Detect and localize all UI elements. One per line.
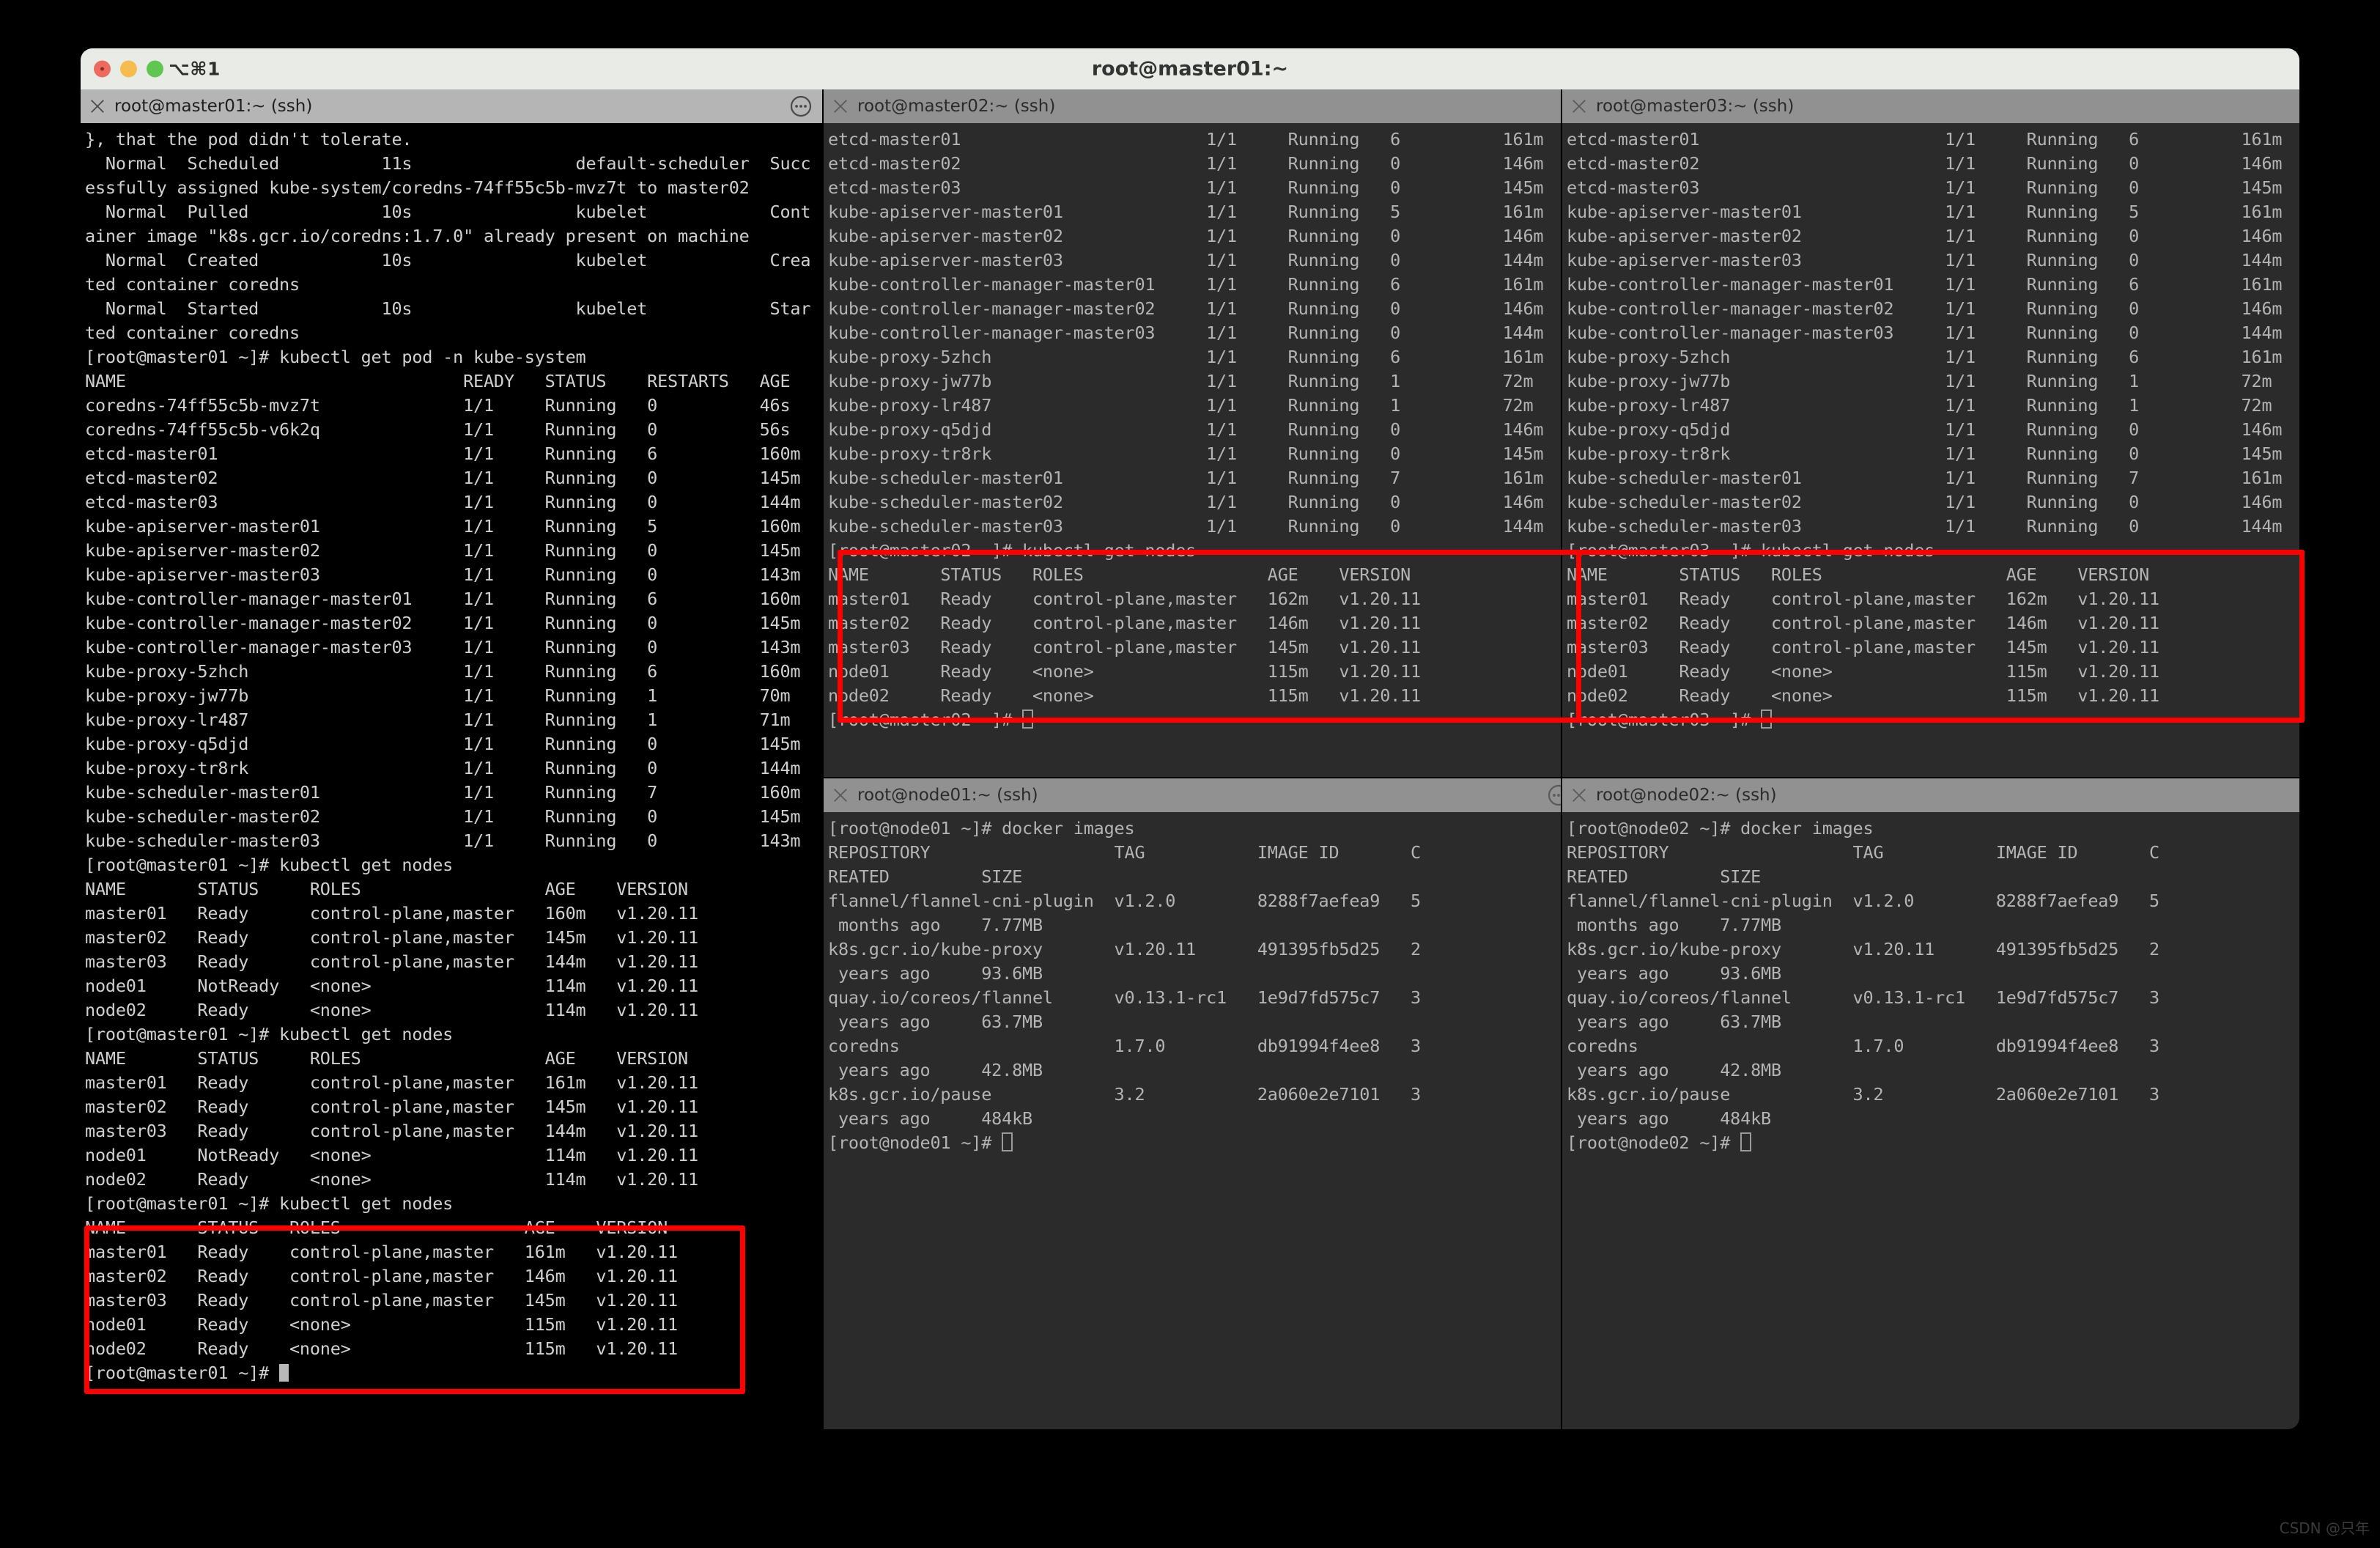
tab-title-node01: root@node01:~ (ssh) [857, 786, 1038, 805]
csdn-watermark: CSDN @只年 [2279, 1519, 2370, 1537]
more-options-icon[interactable] [1546, 783, 1561, 808]
tab-title-node02: root@node02:~ (ssh) [1596, 786, 1777, 805]
terminal-window: ⌥⌘1 root@master01:~ root@master01:~ (ssh… [81, 48, 2299, 1429]
terminal-text-node01: [root@node01 ~]# docker images REPOSITOR… [828, 818, 1421, 1153]
terminal-output-master01[interactable]: }, that the pod didn't tolerate. Normal … [81, 123, 822, 1429]
close-icon[interactable] [1562, 89, 1596, 123]
terminal-text-master02: etcd-master01 1/1 Running 6 161m etcd-ma… [828, 129, 1544, 730]
terminal-text-master01: }, that the pod didn't tolerate. Normal … [85, 129, 811, 1383]
window-title: root@master01:~ [1091, 57, 1289, 81]
close-icon[interactable] [1562, 778, 1596, 812]
pane-master01[interactable]: root@master01:~ (ssh) }, that the pod di… [81, 89, 822, 1429]
terminal-output-master02[interactable]: etcd-master01 1/1 Running 6 161m etcd-ma… [824, 123, 1561, 777]
terminal-text-node02: [root@node02 ~]# docker images REPOSITOR… [1567, 818, 2159, 1153]
more-options-icon[interactable] [788, 94, 813, 119]
terminal-output-node02[interactable]: [root@node02 ~]# docker images REPOSITOR… [1562, 812, 2299, 1429]
window-title-bar: ⌥⌘1 root@master01:~ [81, 48, 2299, 90]
pane-master03[interactable]: root@master03:~ (ssh) etcd-master01 1/1 … [1562, 89, 2299, 777]
close-icon[interactable] [824, 89, 857, 123]
close-icon[interactable] [824, 778, 857, 812]
tab-title-master02: root@master02:~ (ssh) [857, 97, 1056, 116]
terminal-text-master03: etcd-master01 1/1 Running 6 161m etcd-ma… [1567, 129, 2283, 730]
tabbar-master03[interactable]: root@master03:~ (ssh) [1562, 89, 2299, 124]
text-cursor [1022, 710, 1034, 729]
text-cursor [1002, 1132, 1013, 1151]
terminal-output-master03[interactable]: etcd-master01 1/1 Running 6 161m etcd-ma… [1562, 123, 2299, 777]
pane-node01[interactable]: root@node01:~ (ssh) [root@node01 ~]# doc… [824, 778, 1561, 1429]
split-pane-container: root@master01:~ (ssh) }, that the pod di… [81, 89, 2299, 1429]
pane-node02[interactable]: root@node02:~ (ssh) [root@node02 ~]# doc… [1562, 778, 2299, 1429]
text-cursor [279, 1364, 289, 1382]
tabbar-master01[interactable]: root@master01:~ (ssh) [81, 89, 822, 124]
pane-master02[interactable]: root@master02:~ (ssh) etcd-master01 1/1 … [824, 89, 1561, 777]
text-cursor [1740, 1132, 1752, 1151]
terminal-output-node01[interactable]: [root@node01 ~]# docker images REPOSITOR… [824, 812, 1561, 1429]
close-icon[interactable] [81, 89, 114, 123]
tab-title-master01: root@master01:~ (ssh) [114, 97, 313, 116]
tabbar-node02[interactable]: root@node02:~ (ssh) [1562, 778, 2299, 813]
tabbar-master02[interactable]: root@master02:~ (ssh) [824, 89, 1561, 124]
text-cursor [1761, 710, 1773, 729]
tab-title-master03: root@master03:~ (ssh) [1596, 97, 1795, 116]
tabbar-node01[interactable]: root@node01:~ (ssh) [824, 778, 1561, 813]
